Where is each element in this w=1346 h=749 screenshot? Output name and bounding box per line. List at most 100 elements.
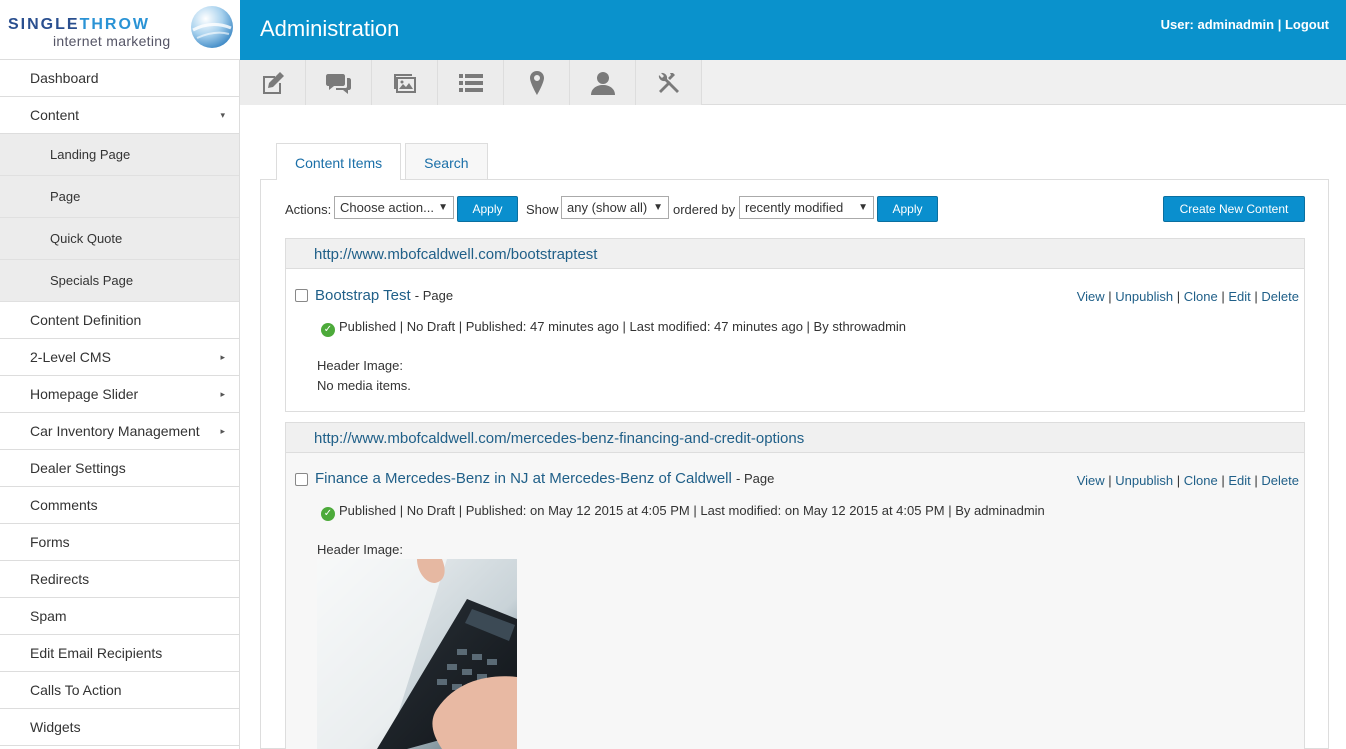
caret-down-icon: ▼	[653, 202, 663, 213]
ordered-by-label: ordered by	[673, 202, 736, 217]
item-type: - Page	[736, 471, 775, 486]
user-separator: |	[1277, 17, 1282, 32]
delete-link[interactable]: Delete	[1261, 289, 1299, 304]
header-image-thumbnail[interactable]	[317, 559, 517, 749]
sidebar-item-car-inventory-management[interactable]: Car Inventory Management ▸	[0, 413, 239, 450]
toolbar-location-button[interactable]	[504, 60, 570, 105]
caret-right-icon: ▸	[220, 352, 225, 362]
action-select[interactable]: Choose action... ▼	[334, 196, 454, 219]
logo-wordmark: SINGLETHROW	[8, 16, 150, 34]
toolbar	[240, 60, 1346, 105]
item-type: - Page	[414, 288, 454, 303]
sidebar-item-calls-to-action[interactable]: Calls To Action	[0, 672, 239, 709]
logo-word-single: SINGLE	[8, 16, 80, 33]
edit-link[interactable]: Edit	[1228, 289, 1250, 304]
view-link[interactable]: View	[1077, 289, 1105, 304]
view-link[interactable]: View	[1077, 473, 1105, 488]
sidebar-subitem-landing-page[interactable]: Landing Page	[0, 134, 239, 176]
toolbar-list-button[interactable]	[438, 60, 504, 105]
sidebar-item-dealer-settings[interactable]: Dealer Settings	[0, 450, 239, 487]
sidebar-item-edit-email-recipients[interactable]: Edit Email Recipients	[0, 635, 239, 672]
create-new-content-button[interactable]: Create New Content	[1163, 196, 1305, 222]
sidebar-item-spam[interactable]: Spam	[0, 598, 239, 635]
logo-word-throw: THROW	[79, 16, 150, 33]
unpublish-link[interactable]: Unpublish	[1115, 289, 1173, 304]
clone-link[interactable]: Clone	[1184, 473, 1218, 488]
group-url[interactable]: http://www.mbofcaldwell.com/bootstraptes…	[285, 238, 1305, 269]
group-url[interactable]: http://www.mbofcaldwell.com/mercedes-ben…	[285, 422, 1305, 453]
sidebar-item-content-definition[interactable]: Content Definition	[0, 302, 239, 339]
sidebar-item-homepage-slider[interactable]: Homepage Slider ▸	[0, 376, 239, 413]
action-select-value: Choose action...	[340, 200, 434, 215]
user-info: User: adminadmin | Logout	[1161, 17, 1329, 32]
sidebar-item-label: Dashboard	[30, 70, 99, 86]
caret-down-icon: ▾	[220, 110, 225, 120]
page-title: Administration	[260, 16, 400, 41]
sidebar-item-content[interactable]: Content ▾	[0, 97, 239, 134]
clone-link[interactable]: Clone	[1184, 289, 1218, 304]
sidebar-item-label: Widgets	[30, 719, 81, 735]
media-icon	[393, 73, 416, 93]
sidebar-item-label: Landing Page	[50, 147, 131, 162]
logout-link[interactable]: Logout	[1285, 17, 1329, 32]
item-checkbox[interactable]	[295, 473, 308, 486]
delete-link[interactable]: Delete	[1261, 473, 1299, 488]
sidebar-item-redirects[interactable]: Redirects	[0, 561, 239, 598]
actions-bar: Actions: Choose action... ▼ Apply Show an…	[285, 196, 1305, 222]
tab-content-items[interactable]: Content Items	[276, 143, 402, 180]
tools-icon	[658, 72, 679, 93]
content-item: Finance a Mercedes-Benz in NJ at Mercede…	[285, 453, 1305, 749]
header-image-label: Header Image:	[317, 358, 403, 373]
item-title: Bootstrap Test - Page	[315, 287, 453, 304]
content-item: Bootstrap Test - Page View | Unpublish |…	[285, 269, 1305, 412]
content-group: http://www.mbofcaldwell.com/mercedes-ben…	[285, 422, 1305, 749]
sidebar-item-label: Quick Quote	[50, 231, 123, 246]
item-title-link[interactable]: Bootstrap Test	[315, 287, 411, 304]
item-title: Finance a Mercedes-Benz in NJ at Mercede…	[315, 470, 774, 487]
logo[interactable]: SINGLETHROW internet marketing	[0, 0, 240, 60]
comments-icon	[325, 73, 351, 94]
toolbar-comments-button[interactable]	[306, 60, 372, 105]
sidebar-item-widgets[interactable]: Widgets	[0, 709, 239, 746]
map-marker-icon	[529, 70, 544, 95]
user-label: User: adminadmin	[1160, 17, 1275, 32]
apply-action-button[interactable]: Apply	[457, 196, 518, 222]
sidebar-item-label: Homepage Slider	[30, 386, 139, 402]
item-status: ✓ Published | No Draft | Published: 47 mi…	[321, 319, 906, 337]
edit-icon	[262, 71, 284, 94]
sidebar-item-forms[interactable]: Forms	[0, 524, 239, 561]
item-checkbox[interactable]	[295, 289, 308, 302]
show-label: Show	[526, 202, 559, 217]
toolbar-tools-button[interactable]	[636, 60, 702, 105]
sidebar-subitem-specials-page[interactable]: Specials Page	[0, 260, 239, 302]
actions-label: Actions:	[285, 202, 332, 217]
sidebar-item-label: 2-Level CMS	[30, 349, 111, 365]
sidebar-item-2-level-cms[interactable]: 2-Level CMS ▸	[0, 339, 239, 376]
content-group: http://www.mbofcaldwell.com/bootstraptes…	[285, 238, 1305, 412]
toolbar-users-button[interactable]	[570, 60, 636, 105]
edit-link[interactable]: Edit	[1228, 473, 1250, 488]
sidebar-subitem-quick-quote[interactable]: Quick Quote	[0, 218, 239, 260]
toolbar-media-button[interactable]	[372, 60, 438, 105]
item-status-text: Published | No Draft | Published: on May…	[339, 503, 1045, 518]
show-filter-select[interactable]: any (show all) ▼	[561, 196, 669, 219]
unpublish-link[interactable]: Unpublish	[1115, 473, 1173, 488]
sidebar-item-dashboard[interactable]: Dashboard	[0, 60, 239, 97]
sidebar-item-label: Content Definition	[30, 312, 142, 328]
logo-tagline: internet marketing	[53, 33, 171, 49]
order-select[interactable]: recently modified ▼	[739, 196, 874, 219]
item-status: ✓ Published | No Draft | Published: on Ma…	[321, 503, 1045, 521]
header-image-value: No media items.	[317, 378, 411, 393]
content-items-panel: Actions: Choose action... ▼ Apply Show an…	[260, 179, 1329, 749]
published-check-icon: ✓	[321, 323, 335, 337]
apply-filter-button[interactable]: Apply	[877, 196, 938, 222]
sidebar-subitem-page[interactable]: Page	[0, 176, 239, 218]
item-title-link[interactable]: Finance a Mercedes-Benz in NJ at Mercede…	[315, 470, 732, 487]
sidebar-item-comments[interactable]: Comments	[0, 487, 239, 524]
sidebar-item-label: Content	[30, 107, 80, 123]
sidebar-item-label: Comments	[30, 497, 98, 513]
sidebar-item-label: Dealer Settings	[30, 460, 126, 476]
tab-search[interactable]: Search	[405, 143, 488, 180]
sidebar-item-label: Specials Page	[50, 273, 134, 288]
toolbar-edit-button[interactable]	[240, 60, 306, 105]
